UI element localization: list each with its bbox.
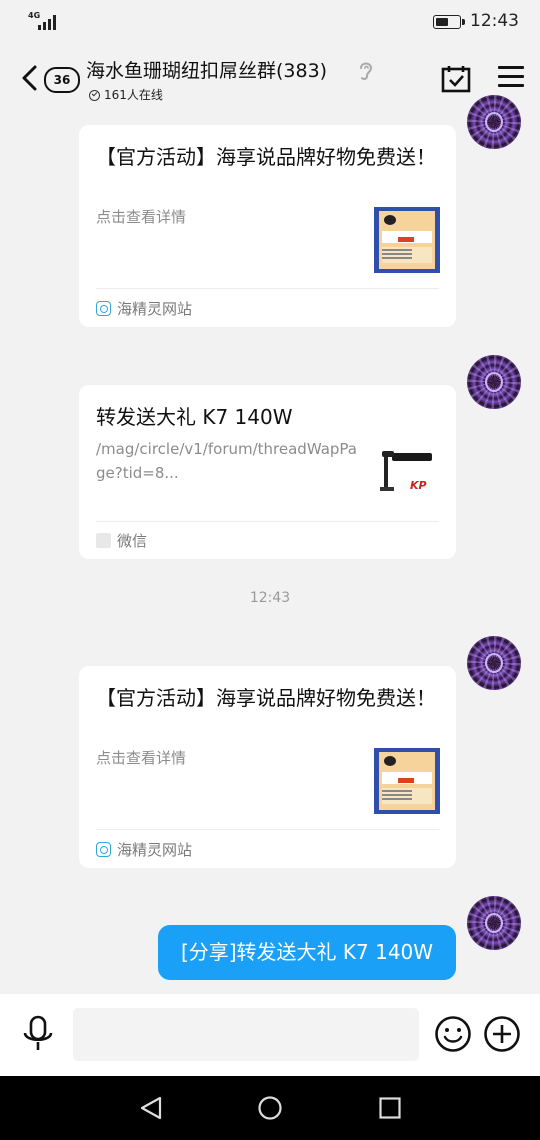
link-card-source-label: 海精灵网站 [117, 841, 193, 859]
chat-header: 36 海水鱼珊瑚纽扣屌丝群(383) 161人在线 [0, 44, 540, 110]
nav-recent-apps-icon[interactable] [378, 1096, 402, 1120]
unread-count-badge: 36 [44, 67, 80, 93]
chat-title: 海水鱼珊瑚纽扣屌丝群(383) [86, 60, 328, 82]
menu-icon-line [498, 75, 524, 78]
wechat-icon [96, 533, 111, 548]
sender-avatar[interactable] [467, 896, 521, 950]
online-status: 161人在线 [89, 86, 163, 103]
battery-icon [433, 15, 465, 29]
card-divider [96, 521, 439, 522]
sender-avatar[interactable] [467, 636, 521, 690]
link-card-description: 点击查看详情 [96, 749, 187, 767]
link-card-source: 微信 [96, 530, 147, 551]
system-navigation-bar [0, 1076, 540, 1140]
input-bar [0, 994, 540, 1076]
link-card-title: 转发送大礼 K7 140W [96, 405, 293, 429]
ear-icon[interactable] [356, 58, 376, 82]
promo-poster-thumbnail [374, 748, 440, 814]
status-bar: 4G 12:43 [0, 0, 540, 44]
status-time: 12:43 [470, 11, 519, 31]
menu-icon-line [498, 66, 524, 69]
link-card-description: /mag/circle/v1/forum/threadWapPage?tid=8… [96, 440, 357, 482]
calendar-check-icon[interactable] [441, 64, 471, 94]
text-message-bubble[interactable]: [分享]转发送大礼 K7 140W [158, 925, 456, 980]
microphone-icon[interactable] [22, 1014, 54, 1054]
link-card-title: 【官方活动】海享说品牌好物免费送！ [96, 686, 436, 710]
promo-poster-thumbnail [374, 207, 440, 273]
link-card-source: 海精灵网站 [96, 839, 192, 860]
message-input[interactable] [73, 1008, 419, 1061]
link-card-source: 海精灵网站 [96, 298, 192, 319]
online-count-text: 161人在线 [104, 88, 163, 102]
link-card-title: 【官方活动】海享说品牌好物免费送！ [96, 145, 436, 169]
link-card[interactable]: 转发送大礼 K7 140W /mag/circle/v1/forum/threa… [79, 385, 456, 559]
link-card[interactable]: 【官方活动】海享说品牌好物免费送！ 点击查看详情 海精灵网站 [79, 666, 456, 868]
emoji-icon[interactable] [434, 1015, 472, 1053]
menu-icon-line [498, 84, 524, 87]
message-timestamp: 12:43 [249, 590, 291, 606]
back-button[interactable]: 36 [14, 60, 80, 96]
plus-circle-icon[interactable] [483, 1015, 521, 1053]
link-card-source-label: 海精灵网站 [117, 300, 193, 318]
aquarium-light-thumbnail: KP [374, 437, 440, 503]
online-check-icon [89, 90, 100, 101]
chevron-left-icon [22, 65, 37, 91]
link-card-description: 点击查看详情 [96, 208, 187, 226]
card-divider [96, 829, 439, 830]
link-card[interactable]: 【官方活动】海享说品牌好物免费送！ 点击查看详情 海精灵网站 [79, 125, 456, 327]
website-icon [96, 301, 111, 316]
sender-avatar[interactable] [467, 95, 521, 149]
menu-button[interactable] [498, 66, 524, 90]
sender-avatar[interactable] [467, 355, 521, 409]
nav-back-icon[interactable] [138, 1095, 164, 1121]
website-icon [96, 842, 111, 857]
card-divider [96, 288, 439, 289]
link-card-source-label: 微信 [117, 532, 148, 550]
signal-icon [38, 15, 56, 30]
nav-home-icon[interactable] [257, 1095, 283, 1121]
thumb-caption: KP [410, 479, 427, 492]
